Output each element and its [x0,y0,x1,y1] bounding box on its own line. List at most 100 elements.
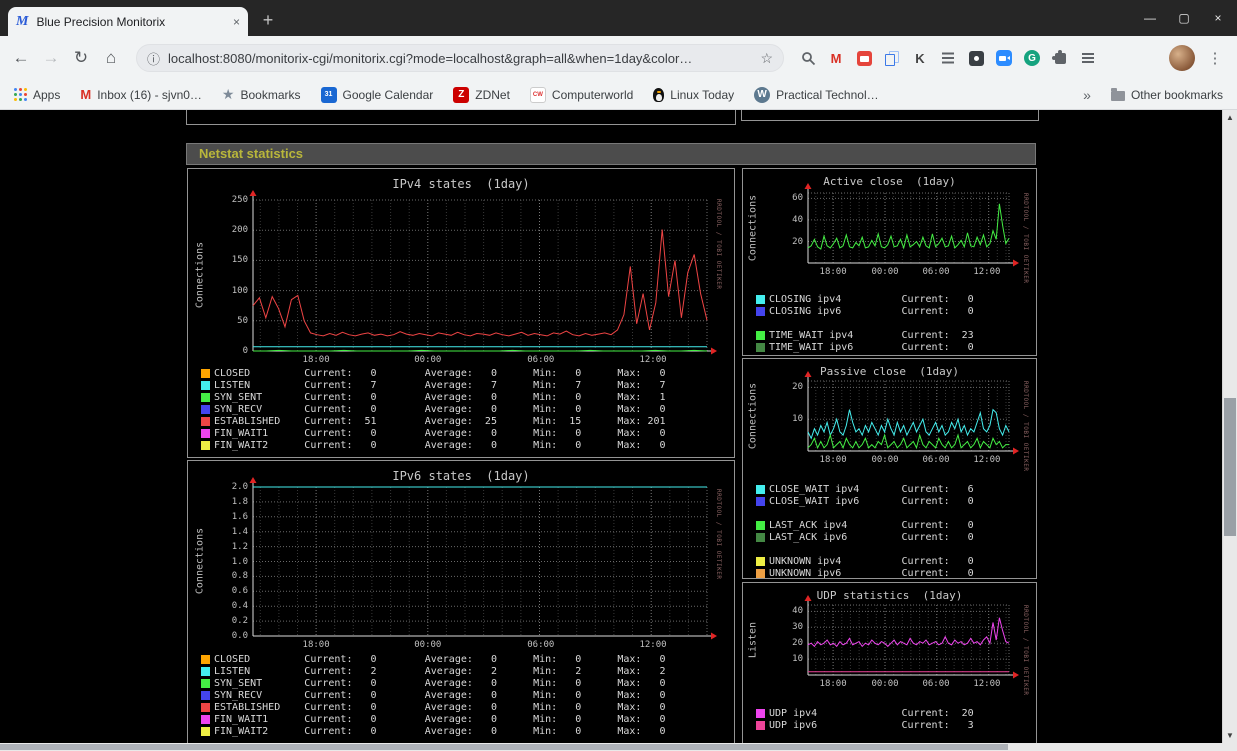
ipv6-states-panel[interactable]: IPv6 states (1day) Connections RRDTOOL /… [187,460,735,743]
bookmark-practical-technology[interactable]: W Practical Technol… [754,86,879,103]
video-camera-icon [996,50,1012,66]
bookmark-linux-today[interactable]: Linux Today [653,87,735,102]
calendar-icon: 31 [320,86,337,103]
y-axis-label: Connections [194,527,206,595]
stack-icon [942,52,954,55]
gmail-extension-icon[interactable]: M [822,44,850,72]
dark-extension-icon[interactable] [962,44,990,72]
browser-tab[interactable]: M Blue Precision Monitorix × [8,7,248,36]
minimize-button[interactable]: — [1141,11,1159,25]
bookmark-google-calendar[interactable]: 31 Google Calendar [320,86,434,103]
y-axis-label: Listen [747,621,759,659]
udp-statistics-chart[interactable]: 10 20 30 40 18:00 00:00 06:00 12:00 [792,595,1019,689]
ipv6-states-chart[interactable]: 0.0 0.2 0.4 0.6 0.8 1.0 1.2 1.4 1.6 1.8 2.0 18:00 00… [232,477,717,650]
graph-title: Passive close (1day) [819,365,960,378]
list-extension-icon[interactable] [1074,44,1102,72]
vertical-scrollbar-thumb[interactable] [1224,398,1236,536]
previous-graph-panel-right [741,110,1039,121]
grammarly-extension-icon[interactable]: G [1018,44,1046,72]
scroll-down-arrow[interactable]: ▼ [1223,728,1237,743]
menu-kebab-icon[interactable]: ⋮ [1203,49,1227,67]
passive-close-chart[interactable]: 10 20 18:00 00:00 06:00 12:00 [792,371,1019,465]
folder-icon [1110,87,1125,101]
page-content: Netstat statistics IPv4 states (1day) Co… [0,110,1222,743]
extensions-row: M K G [794,44,1102,72]
udp-statistics-panel[interactable]: UDP statistics (1day) Listen RRDTOOL / T… [742,582,1037,743]
browser-window: M Blue Precision Monitorix × + — ▢ × ← →… [0,0,1237,751]
vertical-scrollbar[interactable]: ▲ ▼ [1222,110,1237,743]
ipv4-states-chart[interactable]: 0 50 100 150 200 250 18:00 00:00 06:00 12:00 [232,190,717,365]
graph-title: IPv4 states (1day) [392,177,530,191]
active-close-legend: CLOSING ipv4 Current: 0 CLOSING ipv6 Curr… [756,293,974,353]
zoom-extension-icon[interactable] [990,44,1018,72]
back-button[interactable]: ← [6,43,36,73]
profile-avatar[interactable] [1169,45,1195,71]
ipv4-states-legend: CLOSED Current: 0 Average: 0 Min: 0 Max:… [201,367,666,451]
section-title: Netstat statistics [199,146,304,161]
new-tab-button[interactable]: + [254,7,282,33]
passive-close-legend: CLOSE_WAIT ipv4 Current: 6 CLOSE_WAIT ipv… [756,483,974,579]
tab-title: Blue Precision Monitorix [36,14,166,29]
horizontal-scrollbar[interactable] [0,743,1237,751]
bookmark-label: Linux Today [670,87,735,102]
bookmark-label: ZDNet [475,87,510,102]
tab-strip: M Blue Precision Monitorix × + — ▢ × [0,0,1237,36]
maximize-button[interactable]: ▢ [1175,11,1193,25]
bookmark-label: Computerworld [551,87,634,102]
bookmark-label: Google Calendar [342,87,434,102]
penguin-icon [653,87,665,102]
copy-extension-icon[interactable] [878,44,906,72]
url-text[interactable]: localhost:8080/monitorix-cgi/monitorix.c… [168,51,752,66]
red-envelope-icon [856,50,872,66]
bookmark-zdnet[interactable]: Z ZDNet [453,86,510,103]
reload-button[interactable]: ↻ [66,43,96,73]
list-icon [1082,53,1094,55]
active-close-panel[interactable]: Active close (1day) Connections RRDTOOL … [742,168,1037,356]
bookmark-bookmarks[interactable]: ★ Bookmarks [222,86,301,103]
udp-statistics-legend: UDP ipv4 Current: 20 UDP ipv6 Current: 3 [756,707,974,731]
computerworld-icon: CW [529,86,546,103]
k-extension-icon[interactable]: K [906,44,934,72]
toolbar: ← → ↻ ⌂ ⓘ localhost:8080/monitorix-cgi/m… [0,36,1237,80]
forward-button[interactable]: → [36,43,66,73]
page-info-icon[interactable]: ⓘ [147,49,160,68]
bookmark-label: Practical Technol… [776,87,879,102]
graph-title: IPv6 states (1day) [392,469,530,483]
extensions-puzzle-icon[interactable] [1046,44,1074,72]
puzzle-icon [1051,49,1066,64]
bookmark-apps[interactable]: Apps [14,88,60,102]
home-button[interactable]: ⌂ [96,43,126,73]
bookmark-inbox[interactable]: M Inbox (16) - sjvn0… [80,87,202,102]
bookmark-label: Apps [33,87,61,102]
address-bar[interactable]: ⓘ localhost:8080/monitorix-cgi/monitorix… [136,44,784,72]
stack-extension-icon[interactable] [934,44,962,72]
bookmarks-overflow-chevron[interactable]: » [1083,87,1091,103]
mail-red-extension-icon[interactable] [850,44,878,72]
bookmark-label: Inbox (16) - sjvn0… [97,87,202,102]
star-icon: ★ [221,86,235,102]
other-bookmarks[interactable]: Other bookmarks [1110,87,1223,102]
previous-graph-panel-left [186,110,736,125]
scroll-up-arrow[interactable]: ▲ [1223,110,1237,125]
ipv6-states-legend: CLOSED Current: 0 Average: 0 Min: 0 Max:… [201,653,666,737]
grammarly-g-icon: G [1024,50,1040,66]
apps-grid-icon [14,88,17,91]
window-controls: — ▢ × [1141,11,1227,25]
tab-close-icon[interactable]: × [233,15,240,29]
bookmark-computerworld[interactable]: CW Computerworld [529,86,634,103]
active-close-chart[interactable]: 20 40 60 18:00 00:00 06:00 12:00 [792,183,1019,277]
ipv4-states-panel[interactable]: IPv4 states (1day) Connections RRDTOOL /… [187,168,735,458]
bookmark-label: Bookmarks [240,87,301,102]
copy-pages-icon [884,50,900,66]
wordpress-icon: W [754,86,771,103]
gmail-icon: M [80,87,92,102]
search-extension-icon[interactable] [794,44,822,72]
bookmark-star-icon[interactable]: ☆ [760,50,773,67]
dark-square-icon [968,50,984,66]
bookmark-label: Other bookmarks [1130,87,1223,102]
horizontal-scrollbar-thumb[interactable] [0,744,1008,750]
passive-close-panel[interactable]: Passive close (1day) Connections RRDTOOL… [742,358,1037,579]
close-button[interactable]: × [1209,11,1227,25]
y-axis-label: Connections [747,194,759,262]
rrdtool-watermark: RRDTOOL / TOBI OETIKER [1022,193,1029,284]
